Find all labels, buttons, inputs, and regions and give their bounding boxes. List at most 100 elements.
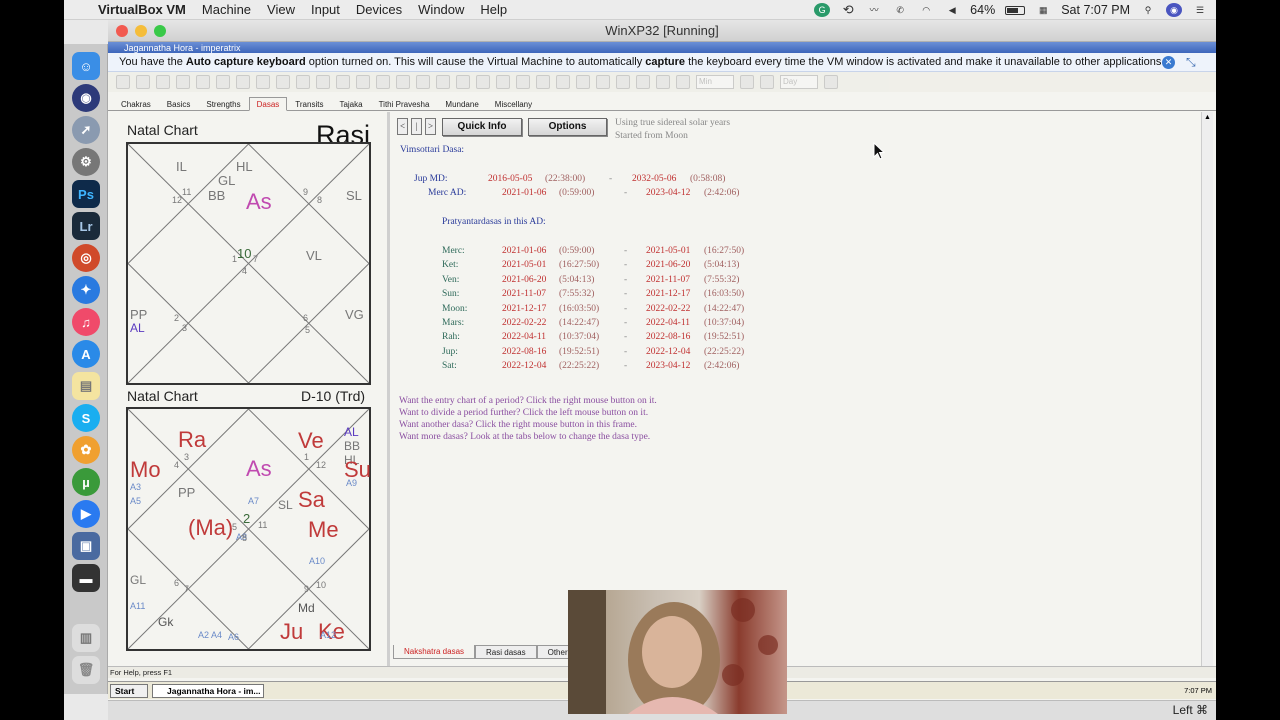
book-icon[interactable] (476, 75, 490, 89)
undo-icon[interactable] (256, 75, 270, 89)
chart-graha-label[interactable]: Ve (298, 430, 324, 452)
chart-graha-label[interactable]: VG (345, 308, 364, 321)
scroll-up-icon[interactable]: ▲ (1204, 114, 1211, 121)
time-machine-icon[interactable]: ⟲ (840, 3, 856, 17)
pd-row-s[interactable]: 2021-12-17 (502, 304, 546, 314)
pd-row-e[interactable]: 2022-12-04 (646, 347, 690, 357)
activity-icon[interactable]: 〰 (866, 3, 882, 17)
twitter-icon[interactable] (556, 75, 570, 89)
notif-dont-show-icon[interactable]: ⤡ (1186, 53, 1196, 71)
pd-row-s[interactable]: 2021-06-20 (502, 275, 546, 285)
unit-select[interactable]: Day (780, 75, 818, 89)
chart-graha-label[interactable]: As (246, 191, 272, 213)
pd-row-p[interactable]: Ket: (442, 260, 458, 270)
photos-icon[interactable]: ✿ (72, 436, 100, 464)
globe-icon[interactable] (276, 75, 290, 89)
md-end[interactable]: 2032-05-06 (632, 174, 676, 184)
skype-icon[interactable]: S (72, 404, 100, 432)
pd-row-s[interactable]: 2021-05-01 (502, 260, 546, 270)
chart-graha-label[interactable]: GL (130, 574, 146, 586)
wifi-icon[interactable]: ◠ (918, 3, 934, 17)
menu-app-name[interactable]: VirtualBox VM (94, 2, 194, 17)
trash-icon[interactable]: 🗑 (72, 656, 100, 684)
chart-graha-label[interactable]: A9 (346, 479, 357, 488)
facebook-icon[interactable] (536, 75, 550, 89)
pd-row-s[interactable]: 2022-12-04 (502, 361, 546, 371)
pd-row-e[interactable]: 2022-08-16 (646, 332, 690, 342)
pen-icon[interactable] (316, 75, 330, 89)
chart-graha-label[interactable]: AL (130, 322, 145, 334)
grid2-icon[interactable] (436, 75, 450, 89)
grammarly-icon[interactable]: G (814, 3, 831, 17)
chart-graha-label[interactable]: Ra (178, 429, 206, 451)
menu-machine[interactable]: Machine (194, 2, 259, 17)
dasa-panel[interactable]: < | > Quick Info Options Using true side… (393, 112, 1201, 678)
fire-icon[interactable] (516, 75, 530, 89)
pd-row-e[interactable]: 2022-02-22 (646, 304, 690, 314)
utorrent-icon[interactable]: µ (72, 468, 100, 496)
help-icon[interactable] (656, 75, 670, 89)
chart-graha-label[interactable]: A10 (309, 557, 325, 566)
pd-row-s[interactable]: 2022-08-16 (502, 347, 546, 357)
save-icon[interactable] (156, 75, 170, 89)
chart-graha-label[interactable]: PP (130, 308, 147, 321)
chart-graha-label[interactable]: Ju (280, 621, 303, 643)
zoom-icon[interactable] (236, 75, 250, 89)
chart-graha-label[interactable]: Me (308, 519, 339, 541)
tab-strengths[interactable]: Strengths (198, 97, 248, 111)
pd-row-p[interactable]: Moon: (442, 304, 467, 314)
chart-graha-label[interactable]: As (246, 458, 272, 480)
calendar-icon[interactable]: ▦ (1035, 3, 1051, 17)
downloads-icon[interactable]: ▥ (72, 624, 100, 652)
tab-dasas[interactable]: Dasas (248, 97, 288, 111)
notif-close-icon[interactable]: ✕ (1162, 56, 1175, 69)
chart-graha-label[interactable]: A6 (228, 633, 239, 642)
pd-row-s[interactable]: 2021-01-06 (502, 246, 546, 256)
md-start[interactable]: 2016-05-05 (488, 174, 532, 184)
vm-window-thumbnail-icon[interactable]: ▬ (72, 564, 100, 592)
font-large-icon[interactable] (576, 75, 590, 89)
chart-graha-label[interactable]: AL (344, 426, 359, 438)
new-icon[interactable] (116, 75, 130, 89)
pd-row-s[interactable]: 2022-04-11 (502, 332, 546, 342)
taskbar-item-jhora[interactable]: Jagannatha Hora - im... (152, 684, 264, 698)
chart-graha-label[interactable]: A2 A4 (198, 631, 222, 640)
chart-graha-label[interactable]: SL (278, 499, 293, 511)
chart-graha-label[interactable]: PP (178, 486, 195, 499)
pd-row-e[interactable]: 2021-11-07 (646, 275, 690, 285)
chart-graha-label[interactable]: SL (346, 189, 362, 202)
chart-graha-label[interactable]: IL (176, 160, 187, 173)
chart-graha-label[interactable]: GL (218, 174, 235, 187)
pd-row-p[interactable]: Jup: (442, 347, 458, 357)
volume-icon[interactable]: ◀ (944, 3, 960, 17)
tab-tithi-pravesha[interactable]: Tithi Pravesha (371, 97, 438, 111)
siri-dock-icon[interactable]: ◉ (72, 84, 100, 112)
animate-icon[interactable] (824, 75, 838, 89)
pause-button[interactable]: | (411, 118, 422, 135)
zoom-select[interactable]: Min (696, 75, 734, 89)
close-window-icon[interactable] (116, 25, 128, 37)
music-icon[interactable]: ♫ (72, 308, 100, 336)
pd-row-p[interactable]: Sun: (442, 289, 459, 299)
md-label[interactable]: Jup MD: (414, 174, 448, 184)
phone-icon[interactable]: ✆ (892, 3, 908, 17)
tab-tajaka[interactable]: Tajaka (331, 97, 370, 111)
panel-icon[interactable] (396, 75, 410, 89)
rasi-chart[interactable]: IL HL GL BB As SL VL PP AL VG 11 12 9 8 10 1 7 4 2 3 6 5 (126, 142, 371, 385)
pd-row-p[interactable]: Ven: (442, 275, 459, 285)
app-store-icon[interactable]: A (72, 340, 100, 368)
table-icon[interactable] (296, 75, 310, 89)
frame-icon[interactable] (416, 75, 430, 89)
options-button[interactable]: Options (528, 118, 607, 136)
search-icon[interactable] (216, 75, 230, 89)
notification-center-icon[interactable]: ☰ (1192, 3, 1208, 17)
clock[interactable]: Sat 7:07 PM (1061, 3, 1130, 17)
chart-graha-label[interactable]: A7 (248, 497, 259, 506)
zoom-window-icon[interactable] (154, 25, 166, 37)
print-icon[interactable] (176, 75, 190, 89)
pd-row-e[interactable]: 2021-05-01 (646, 246, 690, 256)
prev-button[interactable]: < (397, 118, 408, 135)
siri-icon[interactable]: ◉ (1166, 3, 1182, 17)
pd-row-p[interactable]: Sat: (442, 361, 457, 371)
tab-nakshatra-dasas[interactable]: Nakshatra dasas (393, 645, 476, 659)
